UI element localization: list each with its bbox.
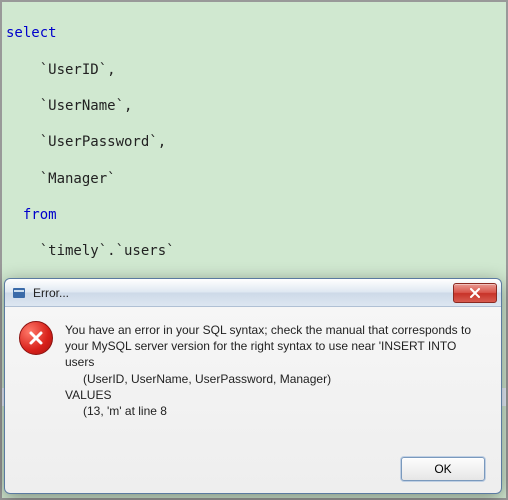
close-button[interactable] [453,283,497,303]
error-text-line: (UserID, UserName, UserPassword, Manager… [65,371,487,387]
error-message: You have an error in your SQL syntax; ch… [65,321,487,419]
code-line: `Manager` [2,170,506,188]
error-text-line: (13, 'm' at line 8 [65,403,487,419]
close-icon [469,288,481,298]
code-line: select [2,24,506,42]
code-line: `timely`.`users` [2,242,506,260]
code-line: `UserID`, [2,61,506,79]
dialog-body: You have an error in your SQL syntax; ch… [5,307,501,427]
error-icon [19,321,53,355]
keyword-from: from [2,206,506,224]
dialog-title: Error... [33,286,453,300]
ok-button[interactable]: OK [401,457,485,481]
keyword-select: select [6,25,57,41]
error-dialog: Error... You have an error in your SQL s… [4,278,502,494]
error-text-line: You have an error in your SQL syntax; ch… [65,323,471,369]
code-line: `UserName`, [2,97,506,115]
code-line: `UserPassword`, [2,133,506,151]
dialog-button-row: OK [401,457,485,481]
dialog-titlebar[interactable]: Error... [5,279,501,307]
app-icon [11,285,27,301]
error-text-line: VALUES [65,388,111,402]
